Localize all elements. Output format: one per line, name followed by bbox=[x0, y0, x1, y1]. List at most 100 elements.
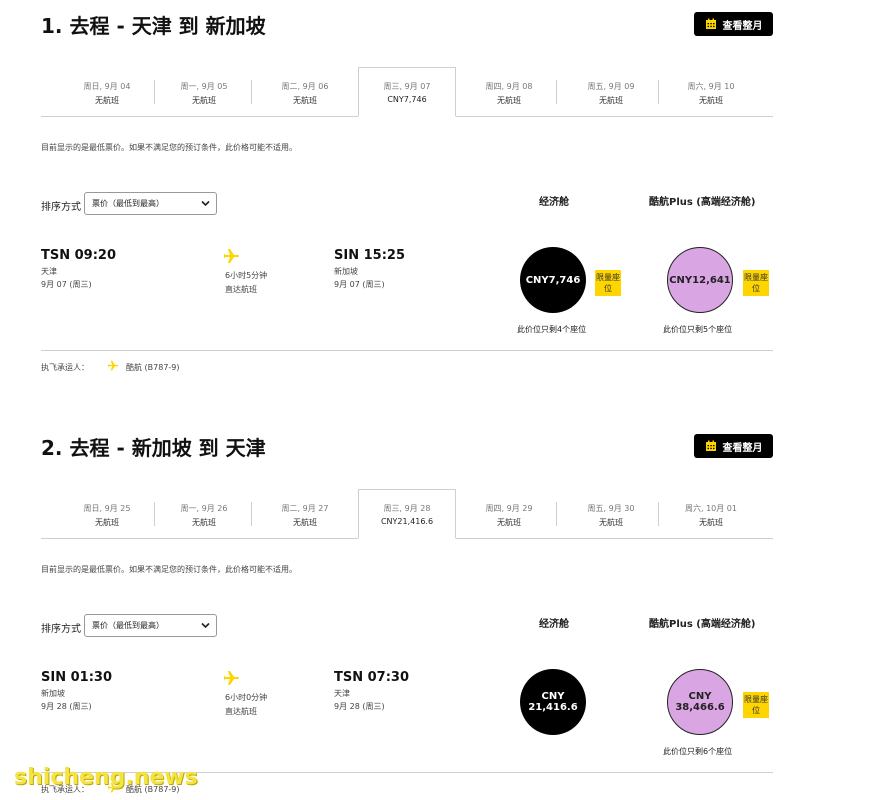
tab-price: 无航班 bbox=[95, 96, 119, 105]
plus-price-line1: CNY bbox=[688, 691, 712, 702]
date-tab[interactable]: 周一, 9月 05 无航班 bbox=[156, 68, 252, 115]
date-tab[interactable]: 周四, 9月 29 无航班 bbox=[461, 490, 557, 537]
operator-label: 执飞承运人： bbox=[41, 363, 89, 372]
tab-date: 周二, 9月 06 bbox=[281, 82, 329, 91]
departure-date: 9月 28 (周三) bbox=[41, 702, 92, 711]
departure-city: 新加坡 bbox=[41, 689, 65, 698]
sort-label: 排序方式 bbox=[41, 624, 81, 635]
calendar-icon bbox=[705, 440, 716, 451]
direct-flight-label: 直达航班 bbox=[225, 285, 257, 294]
date-tab[interactable]: 周二, 9月 27 无航班 bbox=[257, 490, 353, 537]
tab-price: 无航班 bbox=[599, 518, 623, 527]
economy-seat-note: 此价位只剩4个座位 bbox=[517, 325, 587, 334]
divider bbox=[41, 350, 773, 351]
flight-duration: 6小时0分钟 bbox=[225, 693, 268, 702]
sort-select[interactable]: 票价（最低到最高） bbox=[84, 614, 217, 637]
date-tab-selected[interactable]: 周三, 9月 07 CNY7,746 bbox=[358, 67, 456, 117]
departure-time: SIN 01:30 bbox=[41, 670, 112, 685]
date-tab[interactable]: 周五, 9月 09 无航班 bbox=[563, 68, 659, 115]
tab-date: 周一, 9月 26 bbox=[180, 504, 228, 513]
tab-price: 无航班 bbox=[497, 96, 521, 105]
economy-price-line2: 21,416.6 bbox=[528, 702, 578, 713]
operator-name: 酷航 (B787-9) bbox=[126, 363, 180, 372]
date-tab[interactable]: 周日, 9月 04 无航班 bbox=[59, 68, 155, 115]
view-month-label: 查看整月 bbox=[722, 442, 763, 454]
watermark: shicheng.news bbox=[14, 765, 198, 790]
tab-date: 周二, 9月 27 bbox=[281, 504, 329, 513]
tab-price: 无航班 bbox=[293, 518, 317, 527]
tab-price: 无航班 bbox=[599, 96, 623, 105]
direct-flight-label: 直达航班 bbox=[225, 707, 257, 716]
tab-date: 周一, 9月 05 bbox=[180, 82, 228, 91]
plus-seat-note: 此价位只剩6个座位 bbox=[663, 747, 733, 756]
economy-price-line1: CNY bbox=[541, 691, 565, 702]
tab-price: CNY7,746 bbox=[387, 95, 427, 104]
date-tab[interactable]: 周五, 9月 30 无航班 bbox=[563, 490, 659, 537]
sort-value: 票价（最低到最高） bbox=[92, 199, 164, 208]
sort-label: 排序方式 bbox=[41, 202, 81, 213]
arrival-city: 新加坡 bbox=[334, 267, 358, 276]
view-month-button[interactable]: 查看整月 bbox=[694, 434, 773, 458]
chevron-down-icon bbox=[201, 200, 210, 207]
flight-duration: 6小时5分钟 bbox=[225, 271, 268, 280]
tab-price: 无航班 bbox=[699, 96, 723, 105]
date-tab[interactable]: 周四, 9月 08 无航班 bbox=[461, 68, 557, 115]
economy-price-button[interactable]: CNY 21,416.6 bbox=[520, 669, 586, 735]
tab-date: 周六, 10月 01 bbox=[685, 504, 737, 513]
plus-seat-note: 此价位只剩5个座位 bbox=[663, 325, 733, 334]
economy-price-line1: CNY7,746 bbox=[525, 274, 581, 286]
tab-date: 周日, 9月 04 bbox=[83, 82, 131, 91]
limited-seats-badge: 限量座位 bbox=[743, 270, 769, 296]
economy-cabin-header: 经济舱 bbox=[539, 197, 569, 208]
view-month-button[interactable]: 查看整月 bbox=[694, 12, 773, 36]
date-tab[interactable]: 周六, 10月 01 无航班 bbox=[663, 490, 759, 537]
date-tab[interactable]: 周二, 9月 06 无航班 bbox=[257, 68, 353, 115]
tab-price: 无航班 bbox=[192, 96, 216, 105]
tab-date: 周五, 9月 30 bbox=[587, 504, 635, 513]
tab-price: CNY21,416.6 bbox=[380, 517, 434, 526]
departure-city: 天津 bbox=[41, 267, 57, 276]
departure-date: 9月 07 (周三) bbox=[41, 280, 92, 289]
tab-date: 周四, 9月 08 bbox=[485, 82, 533, 91]
economy-price-button[interactable]: CNY7,746 bbox=[520, 247, 586, 313]
chevron-down-icon bbox=[201, 622, 210, 629]
tab-date: 周三, 9月 28 bbox=[383, 504, 431, 513]
sort-select[interactable]: 票价（最低到最高） bbox=[84, 192, 217, 215]
date-tab[interactable]: 周六, 9月 10 无航班 bbox=[663, 68, 759, 115]
economy-cabin-header: 经济舱 bbox=[539, 619, 569, 630]
date-tabs: 周日, 9月 25 无航班 周一, 9月 26 无航班 周二, 9月 27 无航班 周… bbox=[41, 489, 773, 539]
date-tab-selected[interactable]: 周三, 9月 28 CNY21,416.6 bbox=[358, 489, 456, 539]
arrival-date: 9月 28 (周三) bbox=[334, 702, 385, 711]
tab-date: 周四, 9月 29 bbox=[485, 504, 533, 513]
departure-time: TSN 09:20 bbox=[41, 248, 117, 263]
plus-price-button[interactable]: CNY12,641 bbox=[667, 247, 733, 313]
plus-price-button[interactable]: CNY 38,466.6 bbox=[667, 669, 733, 735]
tab-date: 周五, 9月 09 bbox=[587, 82, 635, 91]
date-tab[interactable]: 周日, 9月 25 无航班 bbox=[59, 490, 155, 537]
plus-cabin-header: 酷航Plus (高端经济舱) bbox=[649, 619, 756, 630]
tab-price: 无航班 bbox=[293, 96, 317, 105]
plus-price-line1: CNY12,641 bbox=[669, 274, 731, 286]
airplane-icon bbox=[224, 249, 239, 263]
tab-date: 周六, 9月 10 bbox=[687, 82, 735, 91]
limited-seats-badge: 限量座位 bbox=[743, 692, 769, 718]
tab-price: 无航班 bbox=[497, 518, 521, 527]
sort-value: 票价（最低到最高） bbox=[92, 621, 164, 630]
tab-price: 无航班 bbox=[95, 518, 119, 527]
section-title: 2. 去程 - 新加坡 到 天津 bbox=[41, 436, 266, 460]
arrival-time: SIN 15:25 bbox=[334, 248, 405, 263]
fare-note: 目前显示的是最低票价。如果不满足您的预订条件，此价格可能不适用。 bbox=[41, 143, 297, 152]
fare-note: 目前显示的是最低票价。如果不满足您的预订条件，此价格可能不适用。 bbox=[41, 565, 297, 574]
arrival-date: 9月 07 (周三) bbox=[334, 280, 385, 289]
plus-cabin-header: 酷航Plus (高端经济舱) bbox=[649, 197, 756, 208]
plus-price-line2: 38,466.6 bbox=[675, 702, 725, 713]
date-tab[interactable]: 周一, 9月 26 无航班 bbox=[156, 490, 252, 537]
airplane-icon bbox=[224, 671, 239, 685]
tab-price: 无航班 bbox=[699, 518, 723, 527]
airplane-icon bbox=[108, 360, 119, 371]
tab-date: 周三, 9月 07 bbox=[383, 82, 431, 91]
limited-seats-badge: 限量座位 bbox=[595, 270, 621, 296]
section-title: 1. 去程 - 天津 到 新加坡 bbox=[41, 14, 266, 38]
date-tabs: 周日, 9月 04 无航班 周一, 9月 05 无航班 周二, 9月 06 无航班 周… bbox=[41, 67, 773, 117]
tab-price: 无航班 bbox=[192, 518, 216, 527]
